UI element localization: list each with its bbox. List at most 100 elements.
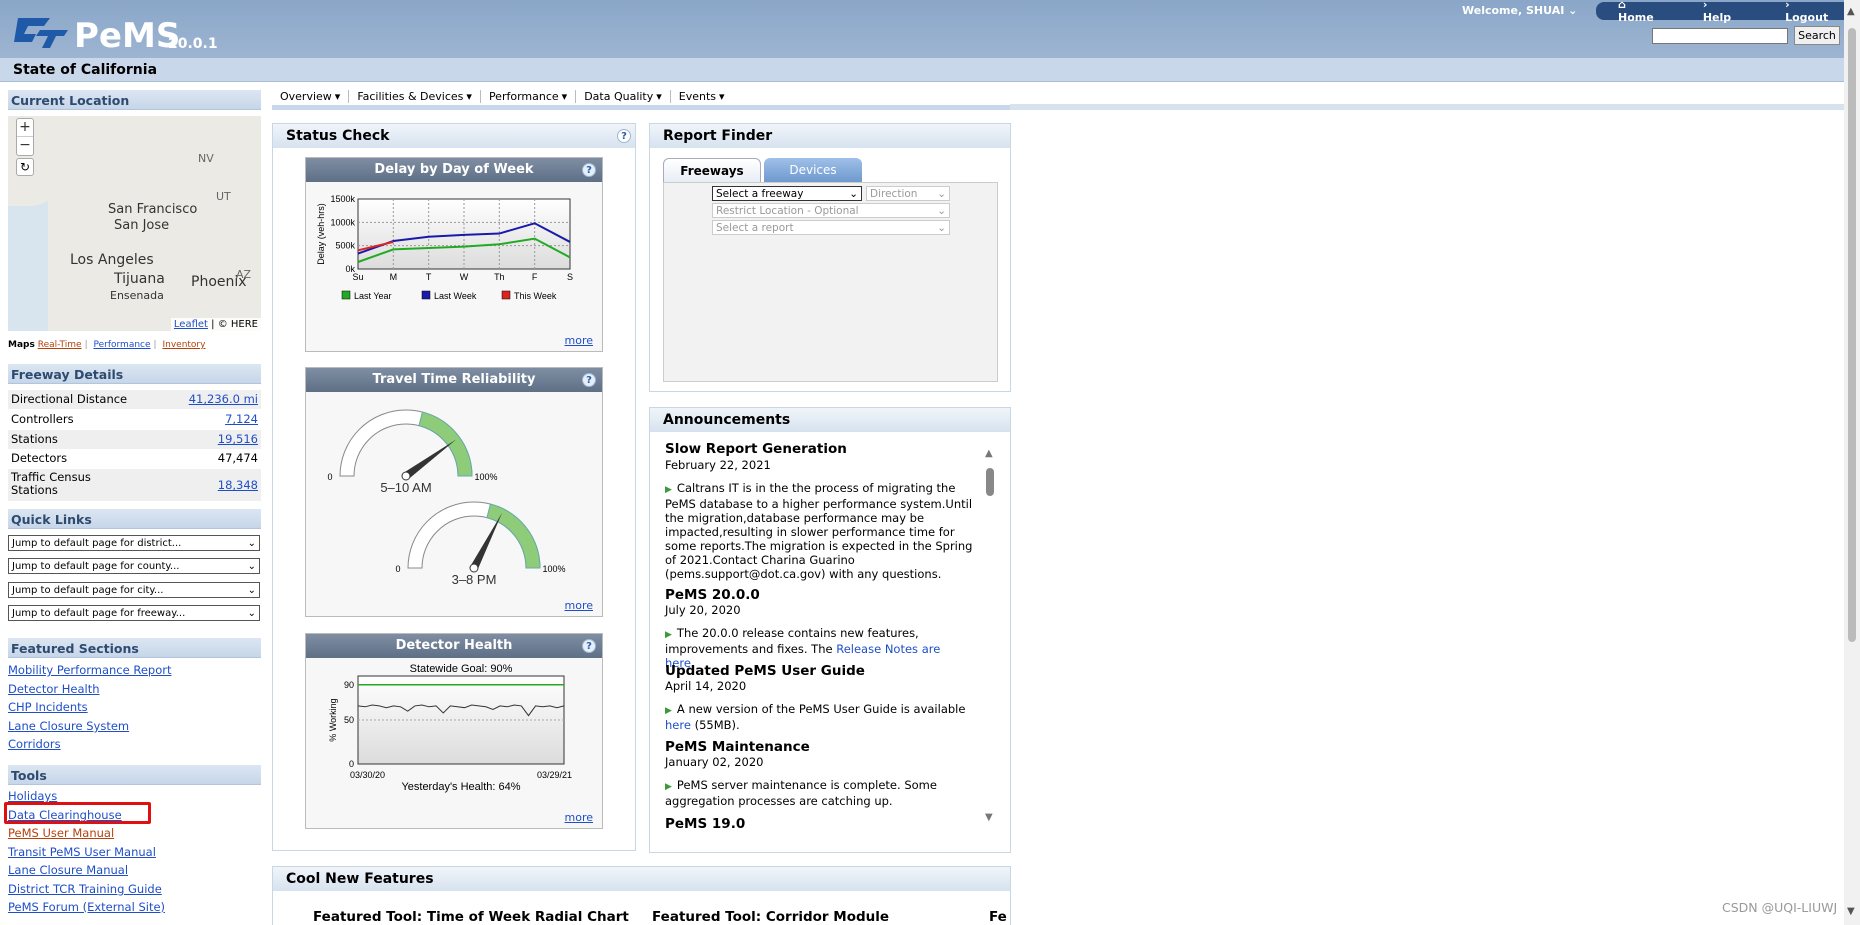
controllers-link[interactable]: 7,124 xyxy=(225,412,258,426)
highlight-annotation xyxy=(4,802,151,824)
tcr-training-link[interactable]: District TCR Training Guide xyxy=(8,882,162,896)
nav-data-quality[interactable]: Data Quality ▾ xyxy=(576,90,671,103)
welcome-menu[interactable]: Welcome, SHUAI ⌄ xyxy=(1462,4,1577,17)
caret-down-icon: ▾ xyxy=(719,90,725,103)
select-location[interactable]: Restrict Location - Optional ⌄ xyxy=(712,203,950,218)
map-city-label: San Jose xyxy=(114,218,170,233)
help-icon[interactable]: ? xyxy=(582,639,596,653)
nav-facilities[interactable]: Facilities & Devices ▾ xyxy=(349,90,481,103)
nav-events[interactable]: Events ▾ xyxy=(671,90,733,103)
select-freeway[interactable]: Select a freeway ⌄ xyxy=(712,186,862,201)
health-chart: Statewide Goal: 90% 90 50 0 % Working 03/30/2… xyxy=(328,663,572,793)
featured-sections-heading: Featured Sections xyxy=(8,638,261,658)
delay-widget-title: Delay by Day of Week? xyxy=(306,158,602,182)
help-icon[interactable]: ? xyxy=(582,373,596,387)
scroll-down-icon[interactable]: ▼ xyxy=(1847,906,1855,917)
reset-view-icon[interactable]: ↻ xyxy=(16,158,34,176)
nav-home[interactable]: ⌂ Home xyxy=(1610,0,1673,24)
scroll-up-icon[interactable]: ▲ xyxy=(1847,6,1855,17)
zoom-out-button[interactable]: − xyxy=(17,137,33,155)
legend-swatch xyxy=(501,290,511,300)
nav-logout[interactable]: › Logout xyxy=(1777,0,1844,24)
x-tick-label: S xyxy=(567,272,573,282)
app-version: 20.0.1 xyxy=(168,36,218,52)
lane-closure-system-link[interactable]: Lane Closure System xyxy=(8,719,129,733)
nav-bar-extension xyxy=(1010,104,1844,110)
county-select[interactable]: Jump to default page for county... ⌄ xyxy=(8,558,260,574)
map-mode-realtime[interactable]: Real-Time xyxy=(38,340,82,350)
user-guide-link[interactable]: here xyxy=(665,718,691,732)
mobility-report-link[interactable]: Mobility Performance Report xyxy=(8,663,171,677)
map-city-label: Ensenada xyxy=(110,289,164,302)
freeway-detail-row: Stations 19,516 xyxy=(8,430,261,449)
location-map[interactable]: NV UT AZ San Francisco San Jose Los Ange… xyxy=(8,116,261,331)
city-select[interactable]: Jump to default page for city... ⌄ xyxy=(8,582,260,598)
health-more-link[interactable]: more xyxy=(565,811,594,824)
scroll-up-icon[interactable]: ▲ xyxy=(985,448,993,459)
search-input[interactable] xyxy=(1652,28,1788,44)
pems-user-manual-link[interactable]: PeMS User Manual xyxy=(8,826,114,840)
map-mode-inventory[interactable]: Inventory xyxy=(162,340,205,350)
select-report[interactable]: Select a report ⌄ xyxy=(712,220,950,235)
map-city-label: Phoenix xyxy=(191,274,247,290)
feature-truncated[interactable]: Fe xyxy=(989,909,1007,925)
delay-more-link[interactable]: more xyxy=(565,334,594,347)
x-tick-label: T xyxy=(426,272,432,282)
stations-link[interactable]: 19,516 xyxy=(218,432,258,446)
y-tick-label: 1000k xyxy=(330,217,355,227)
nav-overview[interactable]: Overview ▾ xyxy=(272,90,350,103)
ttr-widget-title: Travel Time Reliability? xyxy=(306,368,602,392)
census-stations-link[interactable]: 18,348 xyxy=(218,478,258,492)
ttr-more-link[interactable]: more xyxy=(565,599,594,612)
detector-health-link[interactable]: Detector Health xyxy=(8,682,100,696)
holidays-link[interactable]: Holidays xyxy=(8,789,57,803)
gauge-label: 3–8 PM xyxy=(452,572,497,584)
zoom-in-button[interactable]: + xyxy=(17,119,33,137)
lane-closure-manual-link[interactable]: Lane Closure Manual xyxy=(8,863,128,877)
announcement-date: February 22, 2021 xyxy=(665,458,771,472)
caret-down-icon: ▾ xyxy=(334,90,341,103)
x-tick-label: Su xyxy=(352,272,363,282)
feature-corridor-module[interactable]: Featured Tool: Corridor Module xyxy=(652,909,889,925)
x-tick-label: Th xyxy=(494,272,505,282)
chp-incidents-link[interactable]: CHP Incidents xyxy=(8,700,88,714)
tab-freeways[interactable]: Freeways xyxy=(663,158,761,182)
x-tick-label: W xyxy=(460,272,469,282)
y-tick-label: 50 xyxy=(344,715,354,725)
search-button[interactable]: Search xyxy=(1794,26,1840,45)
caret-down-icon: ▾ xyxy=(561,90,568,103)
feature-radial-chart[interactable]: Featured Tool: Time of Week Radial Chart xyxy=(313,909,629,925)
watermark: CSDN @UQI-LIUWJ xyxy=(1722,900,1838,915)
select-direction[interactable]: Direction ⌄ xyxy=(866,186,950,201)
nav-help[interactable]: › Help xyxy=(1695,0,1747,24)
ttr-widget: Travel Time Reliability? 5–10 AM 0 100% 3–… xyxy=(305,367,603,617)
state-bar: State of California xyxy=(0,58,1844,82)
corridors-link[interactable]: Corridors xyxy=(8,737,61,751)
transit-manual-link[interactable]: Transit PeMS User Manual xyxy=(8,845,156,859)
legend-swatch xyxy=(421,290,431,300)
y-tick-label: 90 xyxy=(344,680,354,690)
directional-distance-link[interactable]: 41,236.0 mi xyxy=(189,392,258,406)
announcement-body: ▶ A new version of the PeMS User Guide is… xyxy=(665,702,966,732)
leaflet-link[interactable]: Leaflet xyxy=(174,319,208,330)
chevron-down-icon: ⌄ xyxy=(937,221,946,234)
report-finder-panel: Report Finder Freeways Devices Select a … xyxy=(649,123,1011,392)
announcement-title: Slow Report Generation xyxy=(665,441,847,457)
pems-forum-link[interactable]: PeMS Forum (External Site) xyxy=(8,900,165,914)
page-scrollbar[interactable]: ▲ ▼ xyxy=(1844,0,1860,925)
district-select[interactable]: Jump to default page for district... ⌄ xyxy=(8,535,260,551)
nav-performance[interactable]: Performance ▾ xyxy=(481,90,577,103)
help-icon[interactable]: ? xyxy=(617,129,631,143)
cool-features-panel: Cool New Features Featured Tool: Time of… xyxy=(272,866,1011,925)
gauge-hub xyxy=(469,563,479,573)
x-end-label: 03/29/21 xyxy=(537,770,572,780)
current-location-heading: Current Location xyxy=(8,90,261,110)
map-mode-performance[interactable]: Performance xyxy=(94,340,151,350)
help-icon[interactable]: ? xyxy=(582,163,596,177)
scrollbar-thumb[interactable] xyxy=(1848,28,1856,642)
scroll-down-icon[interactable]: ▼ xyxy=(985,812,993,823)
freeway-select[interactable]: Jump to default page for freeway... ⌄ xyxy=(8,605,260,621)
announcements-scrollbar[interactable] xyxy=(986,468,994,496)
tab-devices[interactable]: Devices xyxy=(764,158,862,182)
map-modes: Maps Real-Time | Performance | Inventory xyxy=(8,340,206,350)
